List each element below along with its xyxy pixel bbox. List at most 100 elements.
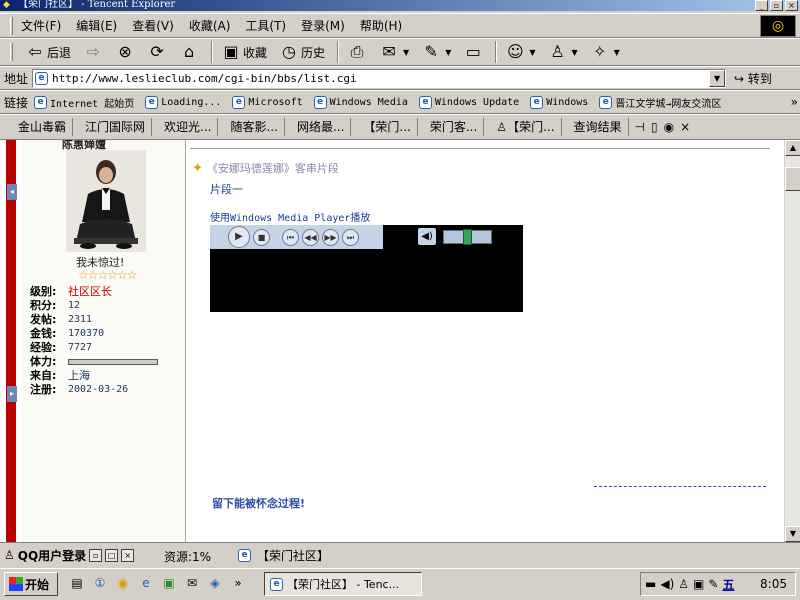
link-internet-start[interactable]: e Internet 起始页 (34, 95, 134, 110)
qq-button[interactable]: ♙ ▼ (544, 40, 582, 64)
rewind-button[interactable]: ◀◀ (302, 228, 319, 246)
scroll-thumb[interactable] (785, 167, 800, 191)
start-button[interactable]: 开始 (4, 572, 58, 596)
clock: 8:05 (760, 577, 787, 591)
back-button[interactable]: ⇦ 后退 (21, 40, 75, 64)
messenger-button[interactable]: ☺ ▼ (501, 40, 539, 64)
chevron-down-icon: ▼ (571, 47, 578, 57)
qq-close-button[interactable]: × (121, 548, 135, 562)
forward-button[interactable]: ⇨ (79, 40, 107, 64)
stop-button[interactable]: ⊗ (111, 40, 139, 64)
edit-icon: ✎ (424, 42, 438, 61)
browser-icon[interactable]: ◈ (206, 574, 224, 592)
tab-suike[interactable]: 随客影... (222, 118, 285, 136)
home-button[interactable]: ⌂ (175, 40, 203, 64)
browser-app-icon: e (270, 577, 283, 591)
qq-restore-button[interactable]: ▫ (89, 548, 103, 562)
menu-view[interactable]: 查看(V) (132, 17, 174, 34)
new-page-icon[interactable]: ▯ (651, 120, 658, 134)
address-field[interactable]: e ▼ (32, 68, 727, 88)
fast-forward-button[interactable]: ▶▶ (322, 228, 339, 246)
ie-page-icon: e (530, 95, 544, 109)
bulb-icon: ✦ (192, 160, 203, 176)
link-jjwxc[interactable]: e 晋江文学城→网友交流区 (599, 95, 721, 110)
link-windows-media[interactable]: e Windows Media (313, 95, 408, 109)
ime-indicator[interactable]: 五 (722, 576, 734, 593)
toolbar-grip[interactable] (10, 16, 13, 35)
tab-kingsoft[interactable]: 金山毒霸 (10, 118, 74, 136)
go-button[interactable]: ↪ 转到 (734, 70, 772, 87)
minimize-button[interactable]: _ (755, 0, 768, 11)
tab-rongmen-guest[interactable]: 荣门客... (422, 118, 485, 136)
outlook-icon[interactable]: ✉ (183, 574, 201, 592)
collapse-left-button[interactable]: ◂ (7, 184, 17, 200)
restore-button[interactable]: ▫ (770, 0, 783, 11)
menu-edit[interactable]: 编辑(E) (76, 17, 117, 34)
qq-login-float[interactable]: ♙ QQ用户登录 ▫ □ × (4, 545, 164, 565)
ie-browser-icon[interactable]: e (137, 574, 155, 592)
links-bar: 链接 e Internet 起始页 e Loading... e Microsoft … (0, 90, 800, 114)
pin-icon[interactable]: ⊣ (635, 120, 645, 134)
tencent-explorer-icon[interactable]: ▣ (160, 574, 178, 592)
links-overflow-button[interactable]: » (791, 95, 798, 109)
link-label: Microsoft (248, 96, 303, 108)
more-chevron-icon[interactable]: » (229, 574, 247, 592)
tab-rongmen-1[interactable]: 【荣门... (355, 118, 418, 136)
tab-rongmen-active[interactable]: ♙【荣门... (488, 118, 562, 136)
refresh-button[interactable]: ⟳ (143, 40, 171, 64)
link-loading[interactable]: e Loading... (145, 95, 221, 109)
close-tab-icon[interactable]: × (680, 120, 690, 134)
next-button[interactable]: ⏭ (342, 228, 359, 246)
scroll-up-button[interactable]: ▲ (785, 140, 800, 156)
menu-login[interactable]: 登录(M) (301, 17, 345, 34)
link-microsoft[interactable]: e Microsoft (232, 95, 303, 109)
history-button[interactable]: ◷ 历史 (275, 40, 329, 64)
start-label: 开始 (25, 577, 50, 592)
toolbar-separator (337, 41, 340, 63)
desktop-icon[interactable]: ▤ (68, 574, 86, 592)
tab-search-results[interactable]: 查询结果 (566, 118, 629, 136)
eye-icon[interactable]: ◉ (664, 120, 674, 134)
qq-tray-icon[interactable]: ♙ (678, 577, 689, 591)
scroll-down-button[interactable]: ▼ (785, 526, 800, 542)
play-button[interactable]: ▶ (228, 226, 250, 248)
menu-file[interactable]: 文件(F) (21, 17, 61, 34)
menu-favorites[interactable]: 收藏(A) (189, 17, 231, 34)
pen-icon[interactable]: ✎ (708, 577, 718, 591)
stop-button[interactable]: ■ (253, 228, 270, 246)
mail-button[interactable]: ✉ ▼ (375, 40, 413, 64)
link-windows-update[interactable]: e Windows Update (418, 95, 519, 109)
volume-slider-handle[interactable] (463, 229, 472, 245)
vertical-scrollbar[interactable]: ▲ ▼ (784, 140, 800, 542)
qq-icon[interactable]: ① (91, 574, 109, 592)
previous-button[interactable]: ⏮ (282, 228, 299, 246)
link-label: Windows Media (329, 96, 408, 108)
window-button[interactable]: ▭ (459, 40, 487, 64)
print-button[interactable]: ⎙ (343, 40, 371, 64)
favorites-button[interactable]: ▣ 收藏 (217, 40, 271, 64)
volume-tray-icon[interactable]: ◀) (660, 577, 674, 591)
toolbar-grip[interactable] (10, 43, 13, 61)
volume-icon[interactable]: ◀) (418, 228, 436, 245)
volume-slider[interactable] (443, 229, 492, 245)
address-input[interactable] (52, 71, 713, 85)
stat-key: 积分: (30, 299, 57, 312)
menu-tools[interactable]: 工具(T) (245, 17, 286, 34)
menu-help[interactable]: 帮助(H) (360, 17, 402, 34)
close-button[interactable]: × (785, 0, 798, 11)
chevron-down-icon: ▼ (529, 47, 536, 57)
tools-button[interactable]: ✧ ▼ (586, 40, 624, 64)
link-windows[interactable]: e Windows (530, 95, 588, 109)
qq-maximize-button[interactable]: □ (105, 548, 119, 562)
display-icon[interactable]: ▣ (693, 577, 704, 591)
address-dropdown-button[interactable]: ▼ (709, 69, 726, 87)
taskbar-window-button[interactable]: e 【荣门社区】 - Tenc... (264, 572, 422, 596)
tab-network[interactable]: 网络最... (289, 118, 352, 136)
tab-jiangmen[interactable]: 江门国际网 (77, 118, 153, 136)
tab-welcome[interactable]: 欢迎光... (156, 118, 219, 136)
media-player-icon[interactable]: ◉ (114, 574, 132, 592)
expand-right-button[interactable]: ▸ (7, 386, 17, 402)
edit-button[interactable]: ✎ ▼ (417, 40, 455, 64)
media-player[interactable]: ▶ ■ ⏮ ◀◀ ▶▶ ⏭ ◀) (210, 225, 523, 312)
network-icon[interactable]: ▬ (645, 577, 656, 591)
